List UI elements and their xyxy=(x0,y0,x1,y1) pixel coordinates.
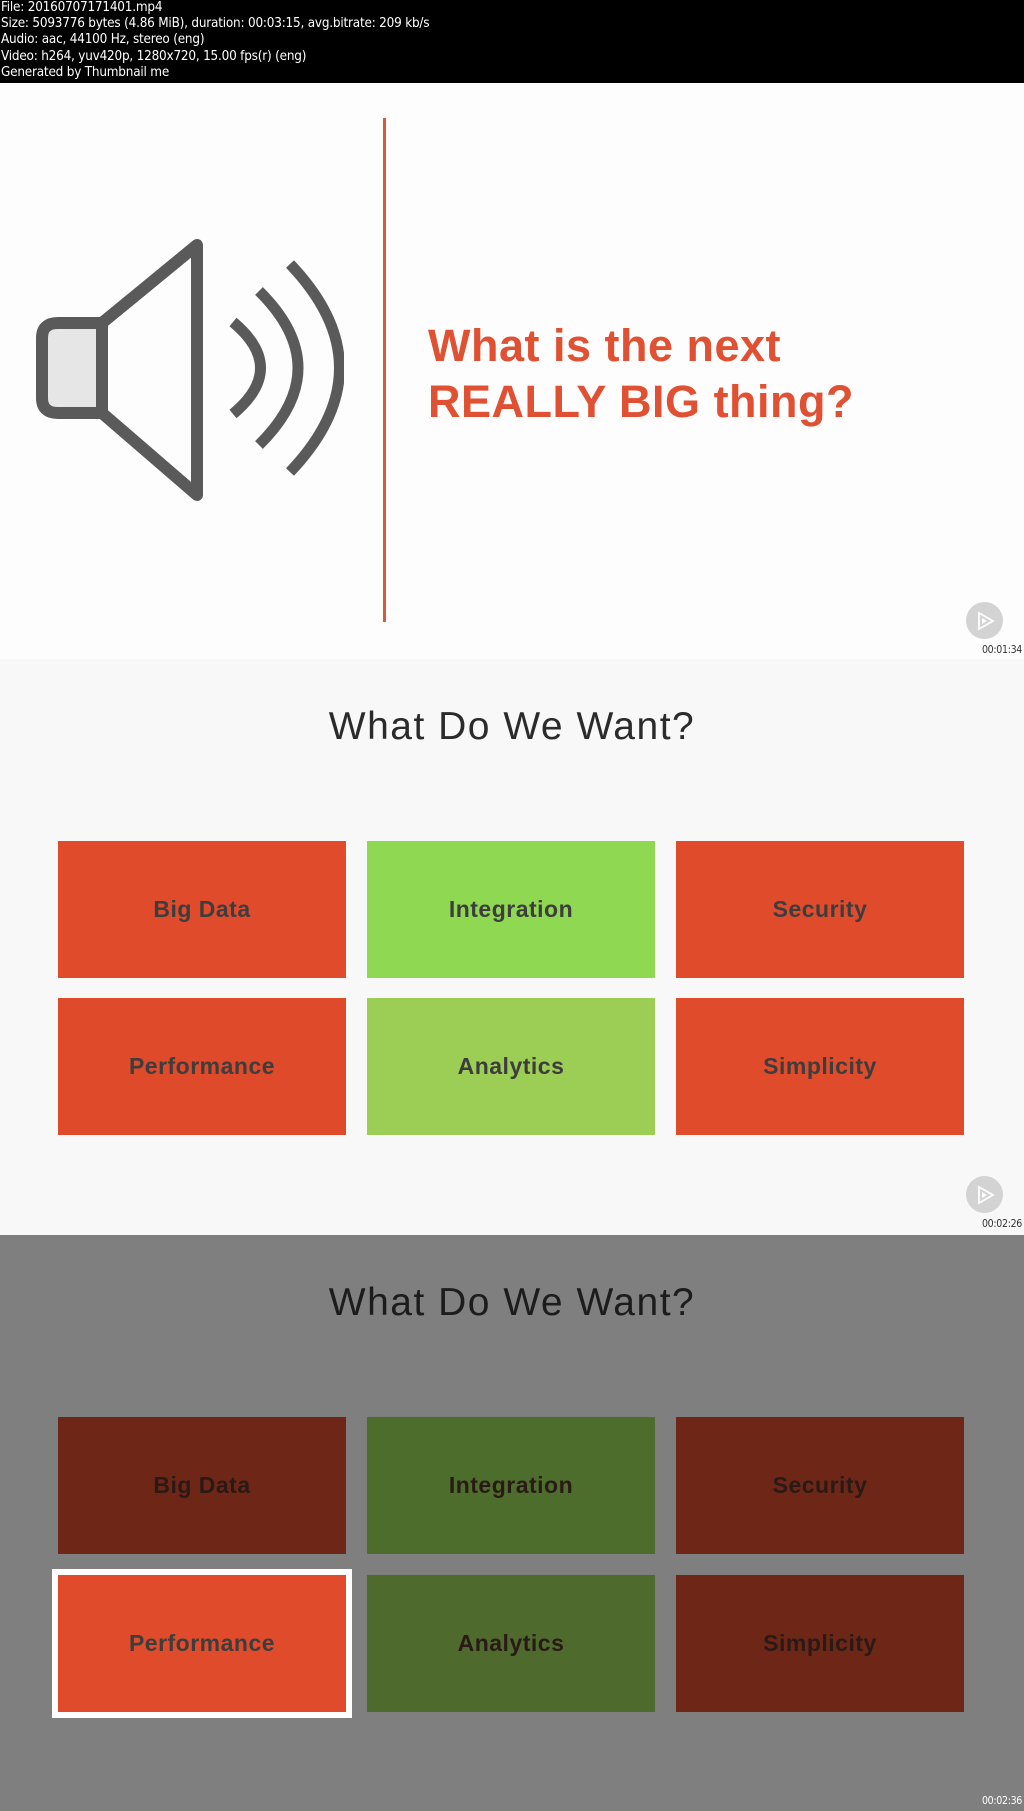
play-logo-icon[interactable] xyxy=(966,602,1003,639)
sound-wave-small xyxy=(229,317,266,419)
speaker-cone xyxy=(98,239,203,501)
tile-big-data[interactable]: Big Data xyxy=(58,841,346,978)
frame-timestamp: 00:01:34 xyxy=(981,644,1022,656)
tile-integration[interactable]: Integration xyxy=(367,841,655,978)
tile-security[interactable]: Security xyxy=(676,1417,964,1554)
headline-line-2: REALLY BIG thing? xyxy=(428,376,855,427)
vertical-divider xyxy=(383,118,386,622)
tile-big-data[interactable]: Big Data xyxy=(58,1417,346,1554)
frame-timestamp: 00:02:26 xyxy=(981,1218,1022,1230)
info-size: Size: 5093776 bytes (4.86 MiB), duration… xyxy=(1,16,430,32)
play-triangle-icon xyxy=(977,610,995,631)
tile-simplicity[interactable]: Simplicity xyxy=(676,1575,964,1712)
video-info-header: File: 20160707171401.mp4 Size: 5093776 b… xyxy=(0,0,1024,83)
slide-title: What Do We Want? xyxy=(328,705,696,748)
speaker-volume-icon xyxy=(36,239,344,501)
play-triangle-icon xyxy=(977,1184,995,1205)
thumbnail-frame-2: What Do We Want? Big Data Integration Se… xyxy=(0,659,1024,1235)
info-generator: Generated by Thumbnail me xyxy=(1,64,170,80)
tile-simplicity[interactable]: Simplicity xyxy=(676,998,964,1135)
info-video: Video: h264, yuv420p, 1280x720, 15.00 fp… xyxy=(1,48,307,64)
tile-performance-selected[interactable]: Performance xyxy=(52,1569,352,1718)
thumbnail-frame-1: What is the next REALLY BIG thing? 00:01… xyxy=(0,83,1024,659)
thumbnail-frame-3: What Do We Want? Big Data Integration Se… xyxy=(0,1235,1024,1811)
tile-performance[interactable]: Performance xyxy=(58,998,346,1135)
tile-analytics[interactable]: Analytics xyxy=(367,998,655,1135)
headline-line-1: What is the next xyxy=(428,320,782,371)
play-logo-icon[interactable] xyxy=(966,1176,1003,1213)
tile-analytics[interactable]: Analytics xyxy=(367,1575,655,1712)
frame-timestamp: 00:02:36 xyxy=(981,1795,1022,1807)
tile-integration[interactable]: Integration xyxy=(367,1417,655,1554)
slide-title: What Do We Want? xyxy=(328,1281,696,1324)
slide-headline: What is the next REALLY BIG thing? xyxy=(428,318,988,430)
info-file: File: 20160707171401.mp4 xyxy=(1,0,163,15)
tile-security[interactable]: Security xyxy=(676,841,964,978)
info-audio: Audio: aac, 44100 Hz, stereo (eng) xyxy=(1,32,205,48)
speaker-box xyxy=(36,317,108,419)
